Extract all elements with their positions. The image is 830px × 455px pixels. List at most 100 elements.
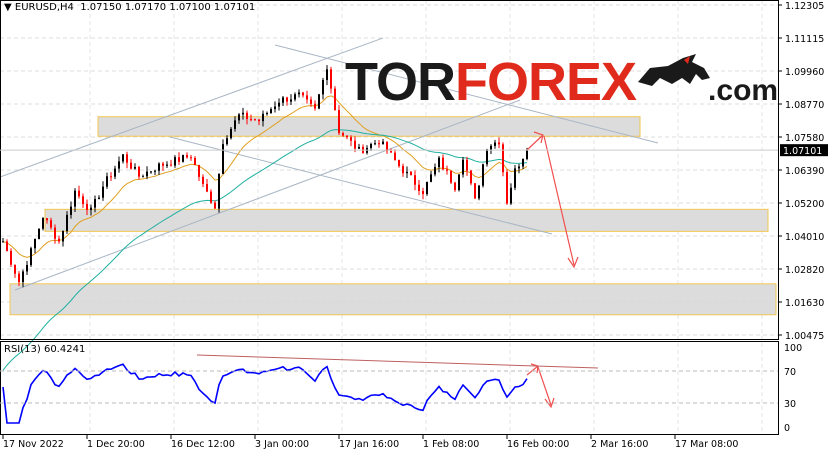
- candle-body: [14, 264, 16, 274]
- candle-body: [198, 165, 200, 177]
- rsi-trendline: [196, 354, 599, 369]
- candle-body: [434, 167, 436, 175]
- candle-body: [346, 135, 348, 138]
- candle-body: [102, 186, 104, 198]
- candle-body: [406, 171, 408, 174]
- candle-body: [494, 142, 496, 146]
- candle-body: [358, 146, 360, 149]
- candle-body: [246, 112, 248, 120]
- candle-body: [474, 183, 476, 199]
- x-tick-label: 3 Jan 00:00: [255, 439, 309, 450]
- candle-body: [526, 150, 528, 159]
- candle-body: [206, 184, 208, 192]
- low-price: 1.07100: [169, 2, 211, 13]
- candle-body: [398, 160, 400, 167]
- candle-body: [194, 157, 196, 166]
- candle-body: [498, 142, 500, 145]
- candle-body: [98, 197, 100, 199]
- candle-body: [462, 159, 464, 175]
- rsi-tick-label: 0: [784, 423, 790, 434]
- symbol-label: EURUSD,H4: [14, 2, 74, 13]
- candle-body: [290, 99, 292, 102]
- candle-body: [374, 143, 376, 145]
- candle-body: [238, 114, 240, 121]
- candle-body: [466, 159, 468, 171]
- candle-body: [186, 155, 188, 158]
- candle-body: [322, 80, 324, 95]
- candle-body: [378, 143, 380, 145]
- rsi-tick-label: 70: [784, 367, 796, 378]
- candle-body: [202, 176, 204, 185]
- candle-body: [334, 88, 336, 111]
- candle-body: [38, 228, 40, 239]
- rsi-line: [2, 363, 528, 424]
- candle-body: [458, 174, 460, 191]
- candle-body: [158, 163, 160, 171]
- candle-body: [502, 144, 504, 173]
- candle-body: [486, 149, 488, 165]
- y-tick-label: 1.09960: [785, 67, 824, 78]
- candle-body: [230, 128, 232, 139]
- candle-body: [522, 158, 524, 167]
- candle-body: [254, 119, 256, 121]
- candle-body: [250, 119, 252, 121]
- y-tick-label: 1.06390: [785, 166, 824, 177]
- y-tick-label: 1.05200: [785, 199, 824, 210]
- candle-body: [106, 176, 108, 187]
- candle-body: [18, 273, 20, 283]
- candle-body: [482, 164, 484, 186]
- x-tick-label: 17 Jan 16:00: [339, 439, 399, 450]
- candle-body: [170, 164, 172, 166]
- moving-average-slow: [2, 129, 528, 371]
- price-zone: [44, 208, 769, 232]
- candle-body: [262, 113, 264, 122]
- candle-body: [314, 103, 316, 109]
- x-tick-label: 1 Dec 20:00: [87, 439, 145, 450]
- candle-body: [326, 69, 328, 81]
- candle-body: [330, 69, 332, 89]
- candle-body: [306, 95, 308, 100]
- candle-body: [6, 241, 8, 251]
- symbol-header: ▼ EURUSD,H4 1.07150 1.07170 1.07100 1.07…: [4, 2, 255, 13]
- candle-body: [222, 144, 224, 174]
- chart-window[interactable]: 1.12305 1.11115 1.09960 1.08770 1.07580 1.063…: [0, 0, 830, 455]
- candle-body: [510, 187, 512, 204]
- candle-body: [42, 218, 44, 229]
- candle-body: [82, 196, 84, 204]
- candle-body: [62, 231, 64, 242]
- candle-body: [182, 155, 184, 162]
- candle-body: [126, 154, 128, 163]
- candle-body: [402, 166, 404, 174]
- candle-body: [130, 162, 132, 169]
- candle-body: [166, 164, 168, 166]
- candle-body: [430, 174, 432, 182]
- support-resistance-zones: [9, 116, 777, 316]
- y-tick-label: 1.04010: [785, 232, 824, 243]
- candle-body: [274, 106, 276, 110]
- candle-body: [258, 119, 260, 122]
- candle-body: [298, 92, 300, 95]
- candle-body: [2, 241, 4, 243]
- price-zone: [9, 283, 777, 316]
- candle-body: [342, 133, 344, 136]
- candle-body: [174, 157, 176, 166]
- candle-body: [10, 250, 12, 265]
- y-tick-label: 1.08770: [785, 100, 824, 111]
- candle-body: [138, 166, 140, 177]
- collapse-triangle-icon[interactable]: ▼: [4, 2, 12, 13]
- candle-body: [490, 145, 492, 150]
- candle-body: [142, 176, 144, 178]
- candle-body: [26, 265, 28, 272]
- candle-body: [210, 191, 212, 203]
- y-tick-label: 1.00475: [785, 331, 824, 342]
- candle-body: [90, 207, 92, 211]
- rsi-panel: [2, 363, 528, 424]
- y-tick-label: 1.11115: [785, 34, 824, 45]
- candle-body: [454, 182, 456, 191]
- candle-body: [226, 138, 228, 145]
- candle-body: [54, 227, 56, 239]
- candle-body: [338, 110, 340, 134]
- candle-body: [70, 206, 72, 215]
- candle-body: [370, 144, 372, 148]
- candle-body: [162, 163, 164, 166]
